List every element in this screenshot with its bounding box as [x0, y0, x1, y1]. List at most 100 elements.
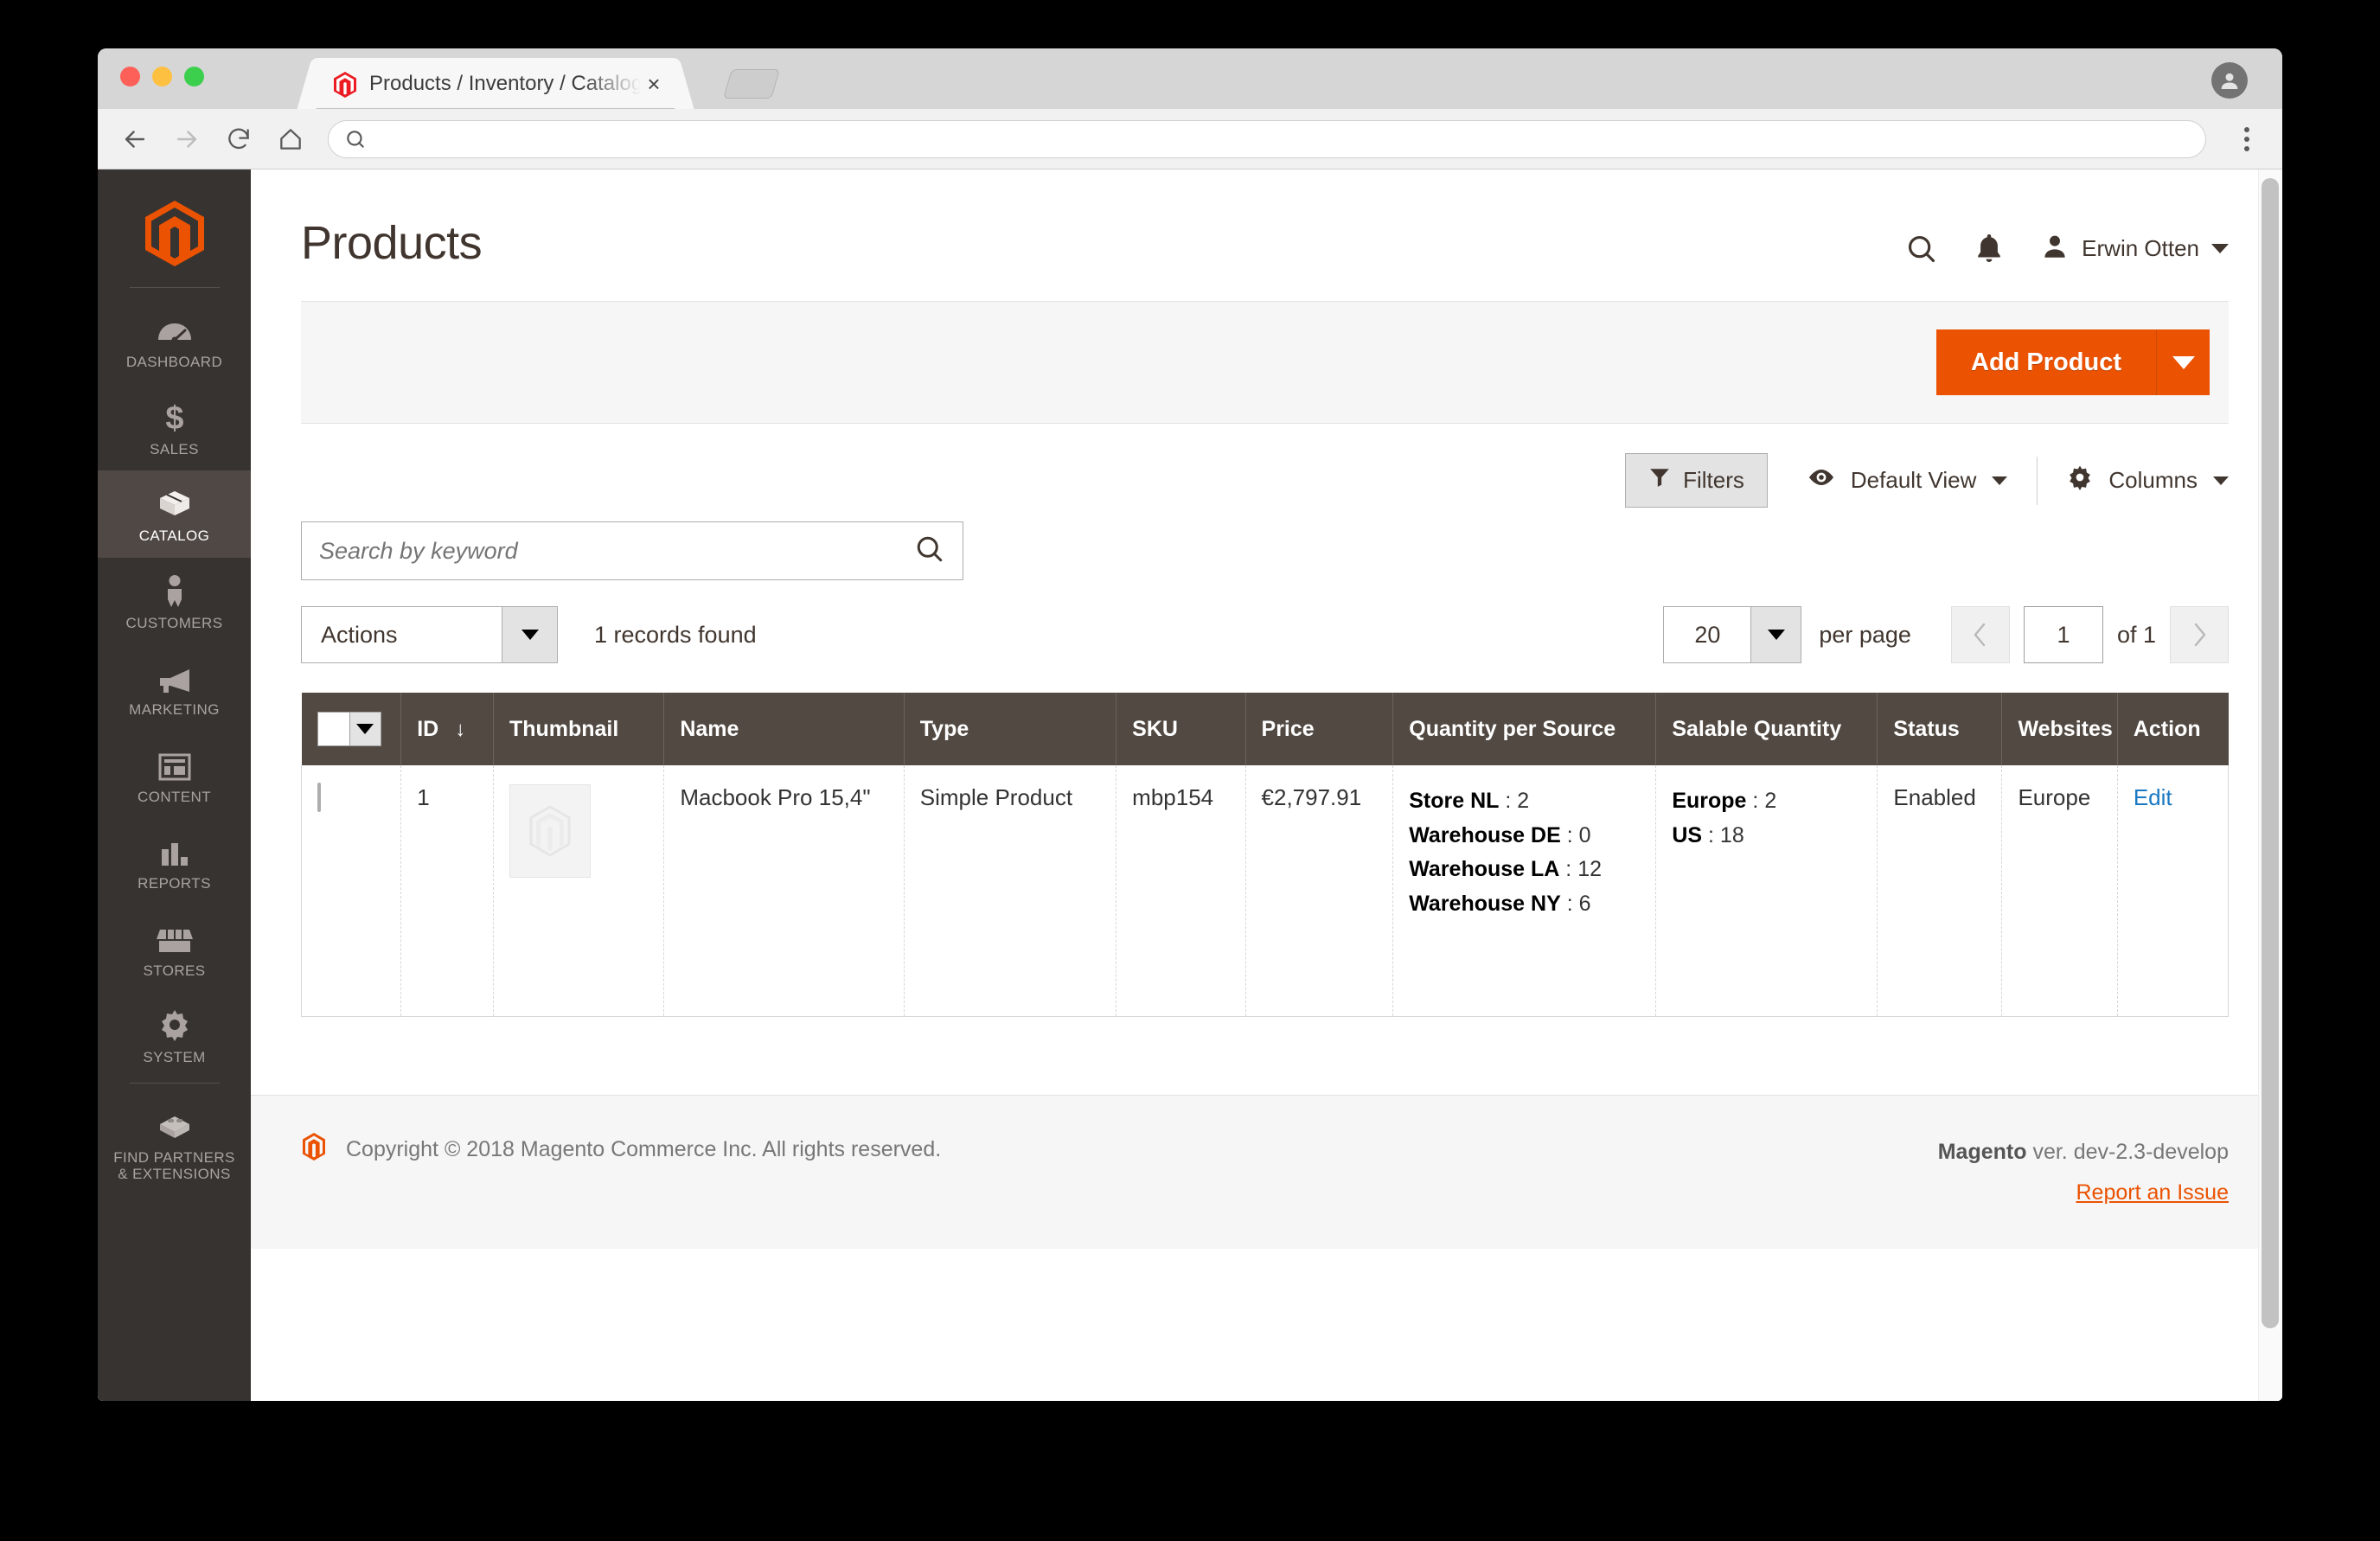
close-window-button[interactable] [120, 67, 140, 86]
search-icon[interactable] [1905, 233, 1938, 265]
column-header-salable-quantity[interactable]: Salable Quantity [1655, 693, 1878, 765]
browser-menu-icon[interactable] [2234, 126, 2260, 151]
sidebar-divider [129, 287, 220, 288]
sidebar-item-find-partners[interactable]: FIND PARTNERS & EXTENSIONS [98, 1092, 251, 1196]
checkbox-dropdown[interactable] [317, 712, 381, 746]
sidebar-item-marketing[interactable]: MARKETING [98, 644, 251, 732]
sidebar-item-stores[interactable]: STORES [98, 905, 251, 993]
sidebar-item-customers[interactable]: CUSTOMERS [98, 558, 251, 645]
filters-button[interactable]: Filters [1625, 453, 1768, 508]
address-bar[interactable] [328, 119, 2206, 158]
search-input[interactable] [319, 537, 914, 565]
funnel-icon [1648, 466, 1671, 495]
admin-footer: Copyright © 2018 Magento Commerce Inc. A… [251, 1094, 2282, 1249]
search-by-keyword-box[interactable] [301, 521, 963, 580]
search-icon [347, 130, 364, 148]
caret-down-icon [2172, 355, 2195, 369]
report-an-issue-link[interactable]: Report an Issue [1938, 1173, 2230, 1214]
sidebar-item-system[interactable]: SYSTEM [98, 992, 251, 1079]
sidebar-item-reports[interactable]: REPORTS [98, 818, 251, 905]
layout-icon [158, 748, 191, 781]
page-scrollbar-thumb[interactable] [2262, 178, 2279, 1328]
column-header-name[interactable]: Name [663, 693, 905, 765]
column-header-price[interactable]: Price [1245, 693, 1394, 765]
search-icon[interactable] [914, 534, 945, 569]
new-tab-button[interactable] [723, 69, 780, 99]
qty-source-name: Warehouse NY [1409, 891, 1561, 916]
close-icon[interactable]: × [641, 71, 667, 97]
chevron-down-icon[interactable] [1750, 607, 1801, 662]
cell-price: €2,797.91 [1245, 765, 1394, 1017]
column-header-id[interactable]: ID ↓ [400, 693, 494, 765]
forward-icon[interactable] [172, 125, 202, 154]
cell-status: Enabled [1877, 765, 2003, 1017]
qty-source-line: Warehouse NY : 6 [1409, 891, 1591, 916]
browser-profile-icon[interactable] [2211, 62, 2248, 99]
column-header-quantity-per-source[interactable]: Quantity per Source [1392, 693, 1657, 765]
qty-source-name: Store NL [1409, 789, 1500, 813]
sidebar-item-label: FIND PARTNERS & EXTENSIONS [113, 1148, 235, 1183]
row-select-cell[interactable] [300, 765, 402, 1017]
svg-text:$: $ [165, 400, 183, 433]
edit-link[interactable]: Edit [2134, 784, 2172, 810]
version-text: ver. dev-2.3-develop [2026, 1139, 2229, 1164]
previous-page-button[interactable] [1950, 606, 2010, 663]
user-menu[interactable]: Erwin Otten [2040, 232, 2229, 265]
row-checkbox[interactable] [317, 783, 321, 812]
pagination-controls: 20 per page 1 of 1 [1663, 606, 2229, 663]
sidebar-item-content[interactable]: CONTENT [98, 732, 251, 819]
sidebar-item-dashboard[interactable]: DASHBOARD [98, 297, 251, 384]
qty-source-line: Warehouse DE : 0 [1409, 822, 1591, 847]
cell-sku: mbp154 [1116, 765, 1246, 1017]
cell-name: Macbook Pro 15,4" [663, 765, 905, 1017]
sidebar-item-sales[interactable]: $ SALES [98, 384, 251, 471]
storefront-icon [156, 922, 193, 955]
column-header-thumbnail[interactable]: Thumbnail [493, 693, 665, 765]
page-scrollbar[interactable] [2258, 169, 2282, 1401]
browser-tab-active[interactable]: Products / Inventory / Catalog × [314, 58, 677, 109]
cell-id: 1 [400, 765, 494, 1017]
minimize-window-button[interactable] [152, 67, 172, 86]
columns-selector[interactable]: Columns [2038, 464, 2229, 496]
reload-icon[interactable] [224, 125, 253, 154]
maximize-window-button[interactable] [184, 67, 204, 86]
browser-tab-title: Products / Inventory / Catalog [369, 71, 641, 95]
eye-icon [1807, 467, 1835, 494]
bell-icon[interactable] [1974, 233, 2004, 265]
admin-scroll-region: Products Erwin Otten Add Product Filters… [251, 169, 2282, 1401]
window-traffic-lights [120, 67, 204, 86]
home-icon[interactable] [276, 125, 305, 154]
page-header: Products Erwin Otten [251, 169, 2282, 270]
per-page-select[interactable]: 20 [1663, 606, 1802, 663]
column-header-sku[interactable]: SKU [1116, 693, 1246, 765]
mass-actions-select[interactable]: Actions [301, 606, 558, 663]
sidebar-item-label: SYSTEM [143, 1049, 206, 1066]
magento-logo-icon [301, 1132, 327, 1167]
sidebar-item-catalog[interactable]: CATALOG [98, 470, 251, 558]
browser-tab-strip: Products / Inventory / Catalog × [98, 48, 2282, 109]
default-view-selector[interactable]: Default View [1768, 467, 2038, 494]
next-page-button[interactable] [2170, 606, 2229, 663]
per-page-label: per page [1819, 621, 1911, 648]
back-icon[interactable] [120, 125, 150, 154]
select-all-column[interactable] [301, 693, 402, 765]
column-header-action[interactable]: Action [2117, 693, 2229, 765]
chevron-down-icon[interactable] [349, 713, 381, 745]
columns-label: Columns [2108, 467, 2198, 493]
page-header-actions: Erwin Otten [1905, 216, 2229, 265]
add-product-button[interactable]: Add Product [1936, 329, 2156, 395]
column-header-status[interactable]: Status [1877, 693, 2003, 765]
add-product-dropdown-toggle[interactable] [2156, 329, 2210, 395]
grid-header-row: ID ↓ Thumbnail Name Type SKU Price Quant… [301, 693, 2229, 765]
current-page-input[interactable]: 1 [2023, 606, 2103, 663]
chevron-down-icon [2211, 244, 2229, 253]
column-header-type[interactable]: Type [904, 693, 1117, 765]
browser-window: Products / Inventory / Catalog × DASHBOA… [98, 48, 2282, 1401]
page-viewport: DASHBOARD $ SALES CATALOG CUSTOMERS MARK… [98, 169, 2282, 1401]
browser-toolbar [98, 109, 2282, 169]
select-all-checkbox[interactable] [317, 713, 350, 745]
chevron-down-icon [2213, 476, 2229, 485]
magento-logo-icon[interactable] [142, 199, 208, 268]
column-header-websites[interactable]: Websites [2001, 693, 2118, 765]
chevron-down-icon[interactable] [502, 607, 557, 662]
